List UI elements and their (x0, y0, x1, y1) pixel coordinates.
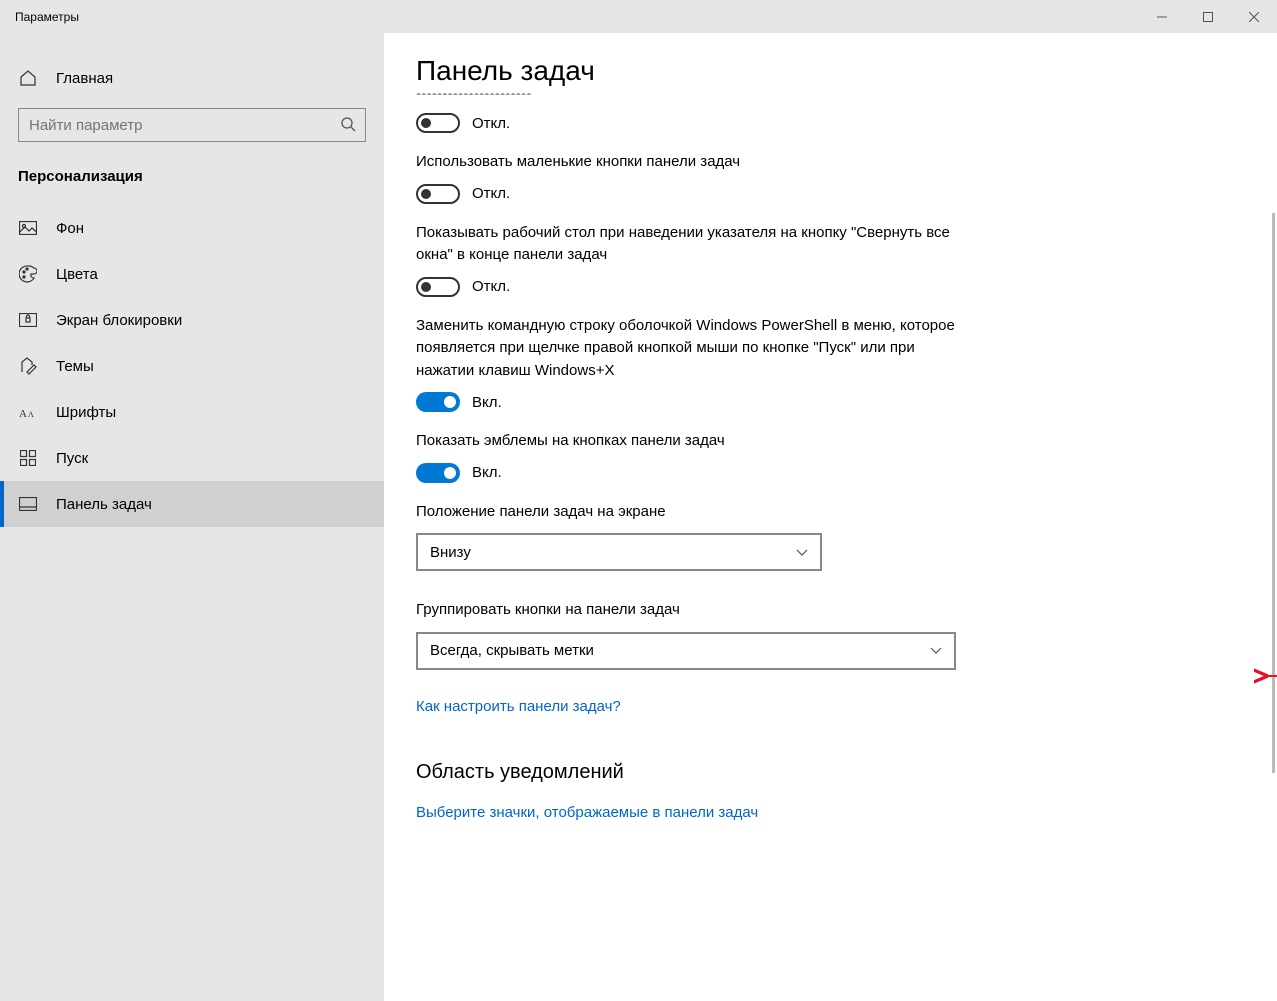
minimize-button[interactable] (1139, 0, 1185, 33)
setting-label: Положение панели задач на экране (416, 501, 976, 524)
sidebar-item-label: Экран блокировки (56, 312, 182, 329)
fonts-icon: AA (18, 402, 38, 422)
toggle-state: Вкл. (472, 394, 502, 411)
home-icon (18, 68, 38, 88)
page-title: Панель задач (416, 33, 1277, 91)
setting-label: Группировать кнопки на панели задач (416, 599, 976, 622)
toggle-state: Откл. (472, 115, 510, 132)
setting-label: Заменить командную строку оболочкой Wind… (416, 315, 976, 383)
svg-text:A: A (19, 408, 27, 419)
home-nav[interactable]: Главная (0, 58, 384, 98)
sidebar-item-taskbar[interactable]: Панель задач (0, 481, 384, 527)
start-icon (18, 448, 38, 468)
dropdown-value: Внизу (430, 544, 471, 561)
lockscreen-icon (18, 310, 38, 330)
sidebar-item-label: Панель задач (56, 496, 152, 513)
toggle-badges[interactable] (416, 463, 460, 483)
toggle-powershell[interactable] (416, 392, 460, 412)
sidebar-item-fonts[interactable]: AA Шрифты (0, 389, 384, 435)
toggle-state: Откл. (472, 185, 510, 202)
sidebar: Главная Персонализация Фон Цвета (0, 33, 384, 1001)
sidebar-item-start[interactable]: Пуск (0, 435, 384, 481)
window-title: Параметры (15, 10, 79, 24)
toggle-small-buttons[interactable] (416, 184, 460, 204)
scrollbar[interactable] (1272, 213, 1275, 773)
search-input[interactable] (18, 108, 366, 142)
titlebar: Параметры (0, 0, 1277, 33)
section-title: Персонализация (0, 164, 384, 205)
dropdown-value: Всегда, скрывать метки (430, 642, 594, 659)
chevron-down-icon (930, 642, 942, 659)
home-label: Главная (56, 70, 113, 87)
search-icon (340, 116, 356, 136)
help-link[interactable]: Как настроить панели задач? (416, 698, 621, 715)
chevron-down-icon (796, 544, 808, 561)
sidebar-item-label: Шрифты (56, 404, 116, 421)
sidebar-item-label: Цвета (56, 266, 98, 283)
toggle-state: Вкл. (472, 464, 502, 481)
main-panel: Панель задач •••••••••••••••••••••• Откл… (384, 33, 1277, 1001)
sidebar-item-label: Пуск (56, 450, 88, 467)
setting-label: Показывать рабочий стол при наведении ук… (416, 222, 976, 267)
select-icons-link[interactable]: Выберите значки, отображаемые в панели з… (416, 804, 758, 821)
sidebar-item-colors[interactable]: Цвета (0, 251, 384, 297)
sidebar-item-background[interactable]: Фон (0, 205, 384, 251)
section-heading: Область уведомлений (416, 761, 1277, 784)
close-button[interactable] (1231, 0, 1277, 33)
svg-text:A: A (28, 410, 34, 419)
toggle-state: Откл. (472, 278, 510, 295)
dropdown-combine-buttons[interactable]: Всегда, скрывать метки (416, 632, 956, 670)
taskbar-icon (18, 494, 38, 514)
maximize-button[interactable] (1185, 0, 1231, 33)
picture-icon (18, 218, 38, 238)
toggle-autohide-tablet[interactable] (416, 113, 460, 133)
palette-icon (18, 264, 38, 284)
sidebar-item-label: Темы (56, 358, 94, 375)
setting-label: Использовать маленькие кнопки панели зад… (416, 151, 976, 174)
toggle-peek-desktop[interactable] (416, 277, 460, 297)
sidebar-item-lockscreen[interactable]: Экран блокировки (0, 297, 384, 343)
setting-label: Показать эмблемы на кнопках панели задач (416, 430, 976, 453)
truncated-setting-label: •••••••••••••••••••••• (416, 91, 1277, 95)
sidebar-item-label: Фон (56, 220, 84, 237)
themes-icon (18, 356, 38, 376)
dropdown-taskbar-position[interactable]: Внизу (416, 533, 822, 571)
sidebar-item-themes[interactable]: Темы (0, 343, 384, 389)
